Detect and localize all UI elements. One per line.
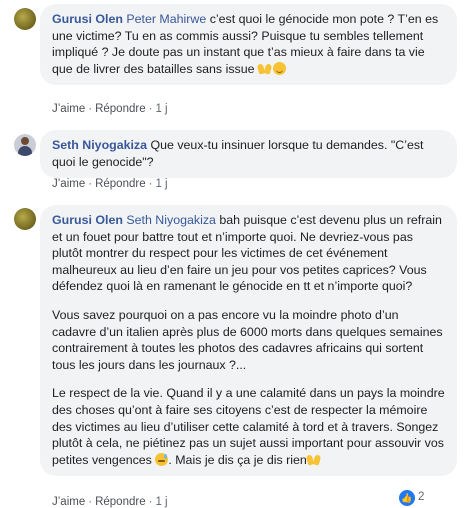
comment-paragraph: Vous savez pourquoi on a pas encore vu l… — [52, 307, 443, 372]
avatar[interactable] — [14, 208, 36, 230]
comment-paragraph: Gurusi Olen Seth Niyogakiza bah puisque … — [52, 213, 442, 294]
raising-hands-icon — [258, 62, 273, 75]
author-name[interactable]: Seth Niyogakiza — [52, 138, 147, 152]
comment-actions: J’aime · Répondre · 1 j — [52, 178, 168, 190]
smile-icon — [272, 61, 286, 75]
reply-link[interactable]: Répondre — [95, 103, 146, 115]
mention-link[interactable]: Seth Niyogakiza — [126, 213, 216, 227]
reply-link[interactable]: Répondre — [95, 496, 146, 508]
reply-link[interactable]: Répondre — [95, 178, 146, 190]
timestamp[interactable]: 1 j — [155, 178, 167, 190]
timestamp[interactable]: 1 j — [155, 103, 167, 115]
comment-bubble: Gurusi Olen Seth Niyogakiza bah puisque … — [40, 205, 457, 477]
comment-paragraph: Le respect de la vie. Quand il y a une c… — [52, 386, 445, 467]
author-name[interactable]: Gurusi Olen — [52, 213, 123, 227]
mention-link[interactable]: Peter Mahirwe — [126, 12, 206, 26]
author-name[interactable]: Gurusi Olen — [52, 12, 123, 26]
avatar[interactable] — [14, 134, 36, 156]
timestamp[interactable]: 1 j — [155, 496, 167, 508]
comment-bubble: Seth Niyogakiza Que veux-tu insinuer lor… — [40, 130, 457, 179]
comment-actions: J’aime · Répondre · 1 j — [52, 103, 168, 115]
avatar[interactable] — [14, 8, 36, 30]
reaction-count[interactable]: 2 — [418, 491, 424, 503]
like-link[interactable]: J’aime — [52, 103, 85, 115]
comment-bubble: Gurusi Olen Peter Mahirwe c’est quoi le … — [40, 4, 457, 86]
sweat-smile-icon — [155, 452, 169, 466]
comment-actions: J’aime · Répondre · 1 j — [52, 496, 168, 508]
raising-hands-icon — [307, 453, 322, 466]
like-link[interactable]: J’aime — [52, 496, 85, 508]
like-link[interactable]: J’aime — [52, 178, 85, 190]
